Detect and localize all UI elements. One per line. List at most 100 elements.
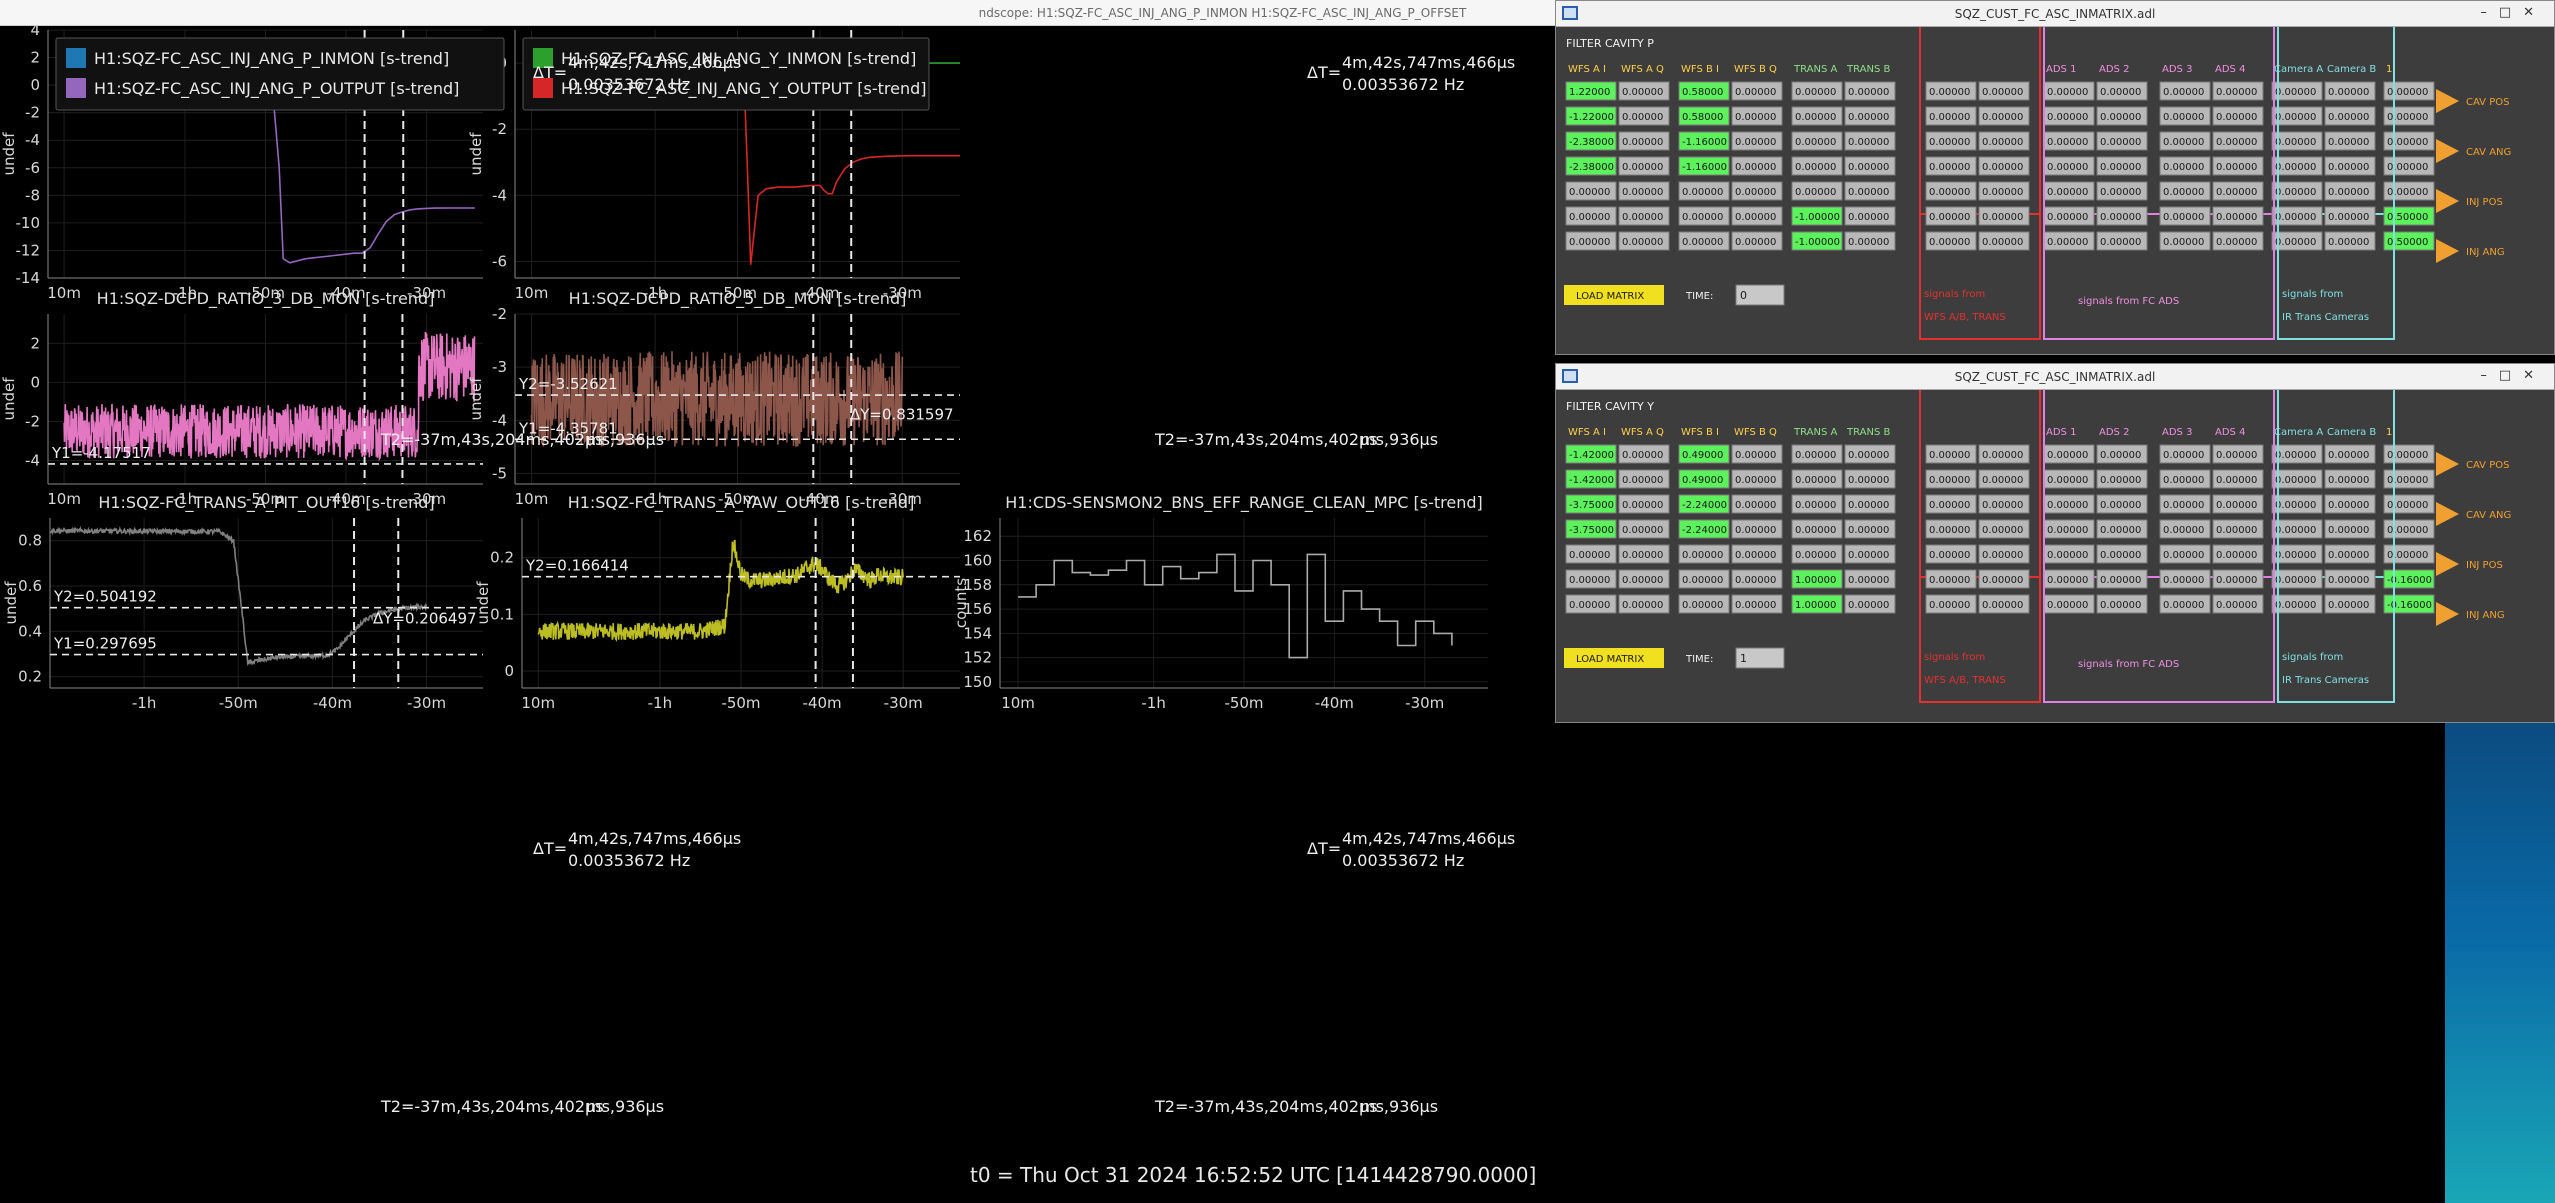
matrix-cell[interactable]: 0.00000 [2159,494,2211,514]
matrix-cell[interactable]: 0.00000 [2383,444,2435,464]
matrix-cell[interactable]: 0.00000 [1618,156,1670,176]
matrix-cell[interactable]: -1.00000 [1791,231,1843,251]
matrix-cell[interactable]: 0.00000 [2212,181,2264,201]
matrix-cell[interactable]: 0.00000 [2324,231,2376,251]
matrix-cell[interactable]: 0.00000 [2324,444,2376,464]
matrix-cell[interactable]: -1.16000 [1678,131,1730,151]
matrix-cell[interactable]: 0.00000 [2096,206,2148,226]
matrix-cell[interactable]: 0.00000 [2324,544,2376,564]
matrix-cell[interactable]: 0.00000 [2159,444,2211,464]
matrix-cell[interactable]: 0.00000 [1925,519,1977,539]
matrix-cell[interactable]: 0.00000 [1678,569,1730,589]
matrix-cell[interactable]: 0.00000 [2043,131,2095,151]
matrix-cell[interactable]: 0.00000 [1731,594,1783,614]
matrix-cell[interactable]: 0.00000 [1618,131,1670,151]
matrix-cell[interactable]: 0.00000 [1731,444,1783,464]
matrix-cell[interactable]: 0.00000 [1731,469,1783,489]
matrix-cell[interactable]: 0.00000 [1925,206,1977,226]
matrix-cell[interactable]: 0.00000 [2271,594,2323,614]
matrix-cell[interactable]: 0.00000 [1565,544,1617,564]
matrix-cell[interactable]: 0.00000 [2159,544,2211,564]
matrix-cell[interactable]: 0.00000 [2271,231,2323,251]
matrix-cell[interactable]: 0.00000 [2096,569,2148,589]
matrix-cell[interactable]: 0.00000 [1978,569,2030,589]
matrix-cell[interactable]: 1.00000 [1791,594,1843,614]
matrix-cell[interactable]: 0.00000 [1678,206,1730,226]
matrix-cell[interactable]: -1.22000 [1565,106,1617,126]
matrix-cell[interactable]: 0.00000 [1791,81,1843,101]
matrix-cell[interactable]: 0.00000 [2043,444,2095,464]
matrix-cell[interactable]: 0.00000 [2096,519,2148,539]
matrix-cell[interactable]: 0.00000 [2043,569,2095,589]
matrix-cell[interactable]: 0.00000 [1791,444,1843,464]
matrix-cell[interactable]: 0.00000 [1925,81,1977,101]
matrix-cell[interactable]: 0.00000 [1978,81,2030,101]
matrix-cell[interactable]: 0.00000 [1731,206,1783,226]
matrix-cell[interactable]: 0.00000 [1731,494,1783,514]
matrix-cell[interactable]: 0.00000 [2159,469,2211,489]
matrix-cell[interactable]: 0.00000 [2043,494,2095,514]
matrix-cell[interactable]: 0.00000 [1844,81,1896,101]
matrix-cell[interactable]: 0.00000 [2324,469,2376,489]
load-matrix-button[interactable]: LOAD MATRIX [1564,285,1664,305]
matrix-cell[interactable]: 0.00000 [1844,231,1896,251]
matrix-cell[interactable]: -0.16000 [2383,569,2435,589]
matrix-cell[interactable]: 0.00000 [2043,231,2095,251]
matrix-cell[interactable]: 0.00000 [2159,231,2211,251]
matrix-cell[interactable]: 0.00000 [2212,544,2264,564]
matrix-cell[interactable]: 0.00000 [2324,206,2376,226]
matrix-y-titlebar[interactable]: SQZ_CUST_FC_ASC_INMATRIX.adl –□✕ [1556,364,2554,390]
matrix-cell[interactable]: 0.00000 [1678,594,1730,614]
matrix-cell[interactable]: 0.00000 [1791,181,1843,201]
matrix-cell[interactable]: 0.00000 [2383,544,2435,564]
matrix-cell[interactable]: 0.00000 [1844,156,1896,176]
matrix-cell[interactable]: 0.00000 [2324,569,2376,589]
matrix-cell[interactable]: 0.00000 [1844,181,1896,201]
matrix-cell[interactable]: 0.00000 [2159,206,2211,226]
matrix-cell[interactable]: 0.00000 [1618,181,1670,201]
matrix-cell[interactable]: -3.75000 [1565,519,1617,539]
matrix-cell[interactable]: 0.00000 [1978,156,2030,176]
matrix-cell[interactable]: 0.00000 [1565,569,1617,589]
matrix-cell[interactable]: 0.00000 [1618,231,1670,251]
matrix-cell[interactable]: 0.00000 [1978,544,2030,564]
matrix-cell[interactable]: 0.49000 [1678,444,1730,464]
matrix-cell[interactable]: 0.00000 [2096,181,2148,201]
matrix-cell[interactable]: 1.22000 [1565,81,1617,101]
matrix-cell[interactable]: 0.00000 [2159,181,2211,201]
matrix-cell[interactable]: 0.00000 [1565,206,1617,226]
matrix-cell[interactable]: 0.00000 [1791,156,1843,176]
matrix-cell[interactable]: 0.00000 [2324,131,2376,151]
matrix-cell[interactable]: 0.00000 [2043,519,2095,539]
matrix-cell[interactable]: 0.00000 [1844,106,1896,126]
matrix-cell[interactable]: 0.00000 [1618,206,1670,226]
matrix-cell[interactable]: 0.00000 [2271,131,2323,151]
matrix-cell[interactable]: 0.00000 [1731,181,1783,201]
matrix-cell[interactable]: 0.00000 [2324,181,2376,201]
matrix-cell[interactable]: 1.00000 [1791,569,1843,589]
matrix-cell[interactable]: 0.00000 [1731,106,1783,126]
time-input[interactable]: 0 [1735,284,1785,306]
matrix-cell[interactable]: 0.00000 [2159,106,2211,126]
matrix-cell[interactable]: 0.00000 [1925,569,1977,589]
matrix-cell[interactable]: 0.00000 [2159,131,2211,151]
matrix-cell[interactable]: 0.00000 [1978,231,2030,251]
matrix-cell[interactable]: 0.00000 [2383,131,2435,151]
matrix-cell[interactable]: -1.42000 [1565,469,1617,489]
matrix-cell[interactable]: 0.00000 [2271,569,2323,589]
matrix-cell[interactable]: 0.00000 [1791,469,1843,489]
matrix-cell[interactable]: 0.00000 [2159,569,2211,589]
matrix-cell[interactable]: 0.00000 [2212,81,2264,101]
matrix-cell[interactable]: 0.50000 [2383,231,2435,251]
matrix-cell[interactable]: 0.00000 [1844,569,1896,589]
matrix-cell[interactable]: 0.00000 [2212,494,2264,514]
matrix-cell[interactable]: 0.00000 [1731,81,1783,101]
matrix-cell[interactable]: 0.00000 [1844,519,1896,539]
matrix-cell[interactable]: 0.00000 [2043,106,2095,126]
matrix-cell[interactable]: 0.00000 [2383,156,2435,176]
matrix-cell[interactable]: 0.00000 [1925,181,1977,201]
matrix-cell[interactable]: 0.00000 [2212,156,2264,176]
matrix-cell[interactable]: 0.58000 [1678,81,1730,101]
matrix-cell[interactable]: 0.00000 [2271,444,2323,464]
matrix-cell[interactable]: 0.00000 [1978,181,2030,201]
